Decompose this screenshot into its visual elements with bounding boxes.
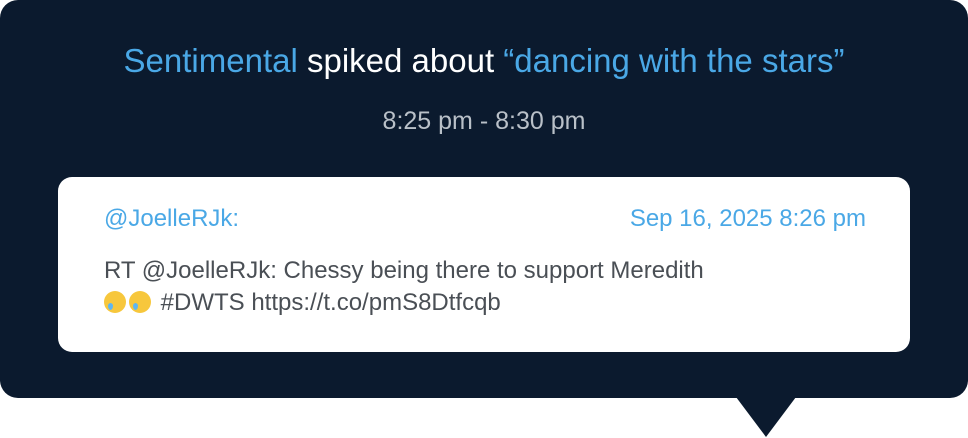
time-range: 8:25 pm - 8:30 pm [382, 107, 586, 135]
spike-verb: spiked about [297, 42, 504, 79]
post-timestamp: Sep 16, 2025 8:26 pm [629, 205, 866, 232]
post-text: RT @JoelleRJk: Chessy being there to sup… [104, 255, 864, 319]
post-card: @JoelleRJk: Sep 16, 2025 8:26 pm RT @Joe… [58, 177, 910, 352]
post-author-handle[interactable]: @JoelleRJk: [104, 205, 239, 233]
spike-tooltip: Sentimental spiked about “dancing with t… [0, 0, 968, 398]
post-text-line2: #DWTS https://t.co/pmS8Dtfcqb [154, 289, 501, 316]
crying-face-icon [129, 291, 151, 313]
sentiment-label: Sentimental [123, 42, 298, 79]
topic-label: “dancing with the stars” [503, 42, 845, 79]
crying-face-icon [104, 291, 126, 313]
spike-headline: Sentimental spiked about “dancing with t… [0, 42, 968, 80]
tooltip-pointer [736, 397, 796, 437]
post-text-line1: RT @JoelleRJk: Chessy being there to sup… [104, 257, 704, 284]
